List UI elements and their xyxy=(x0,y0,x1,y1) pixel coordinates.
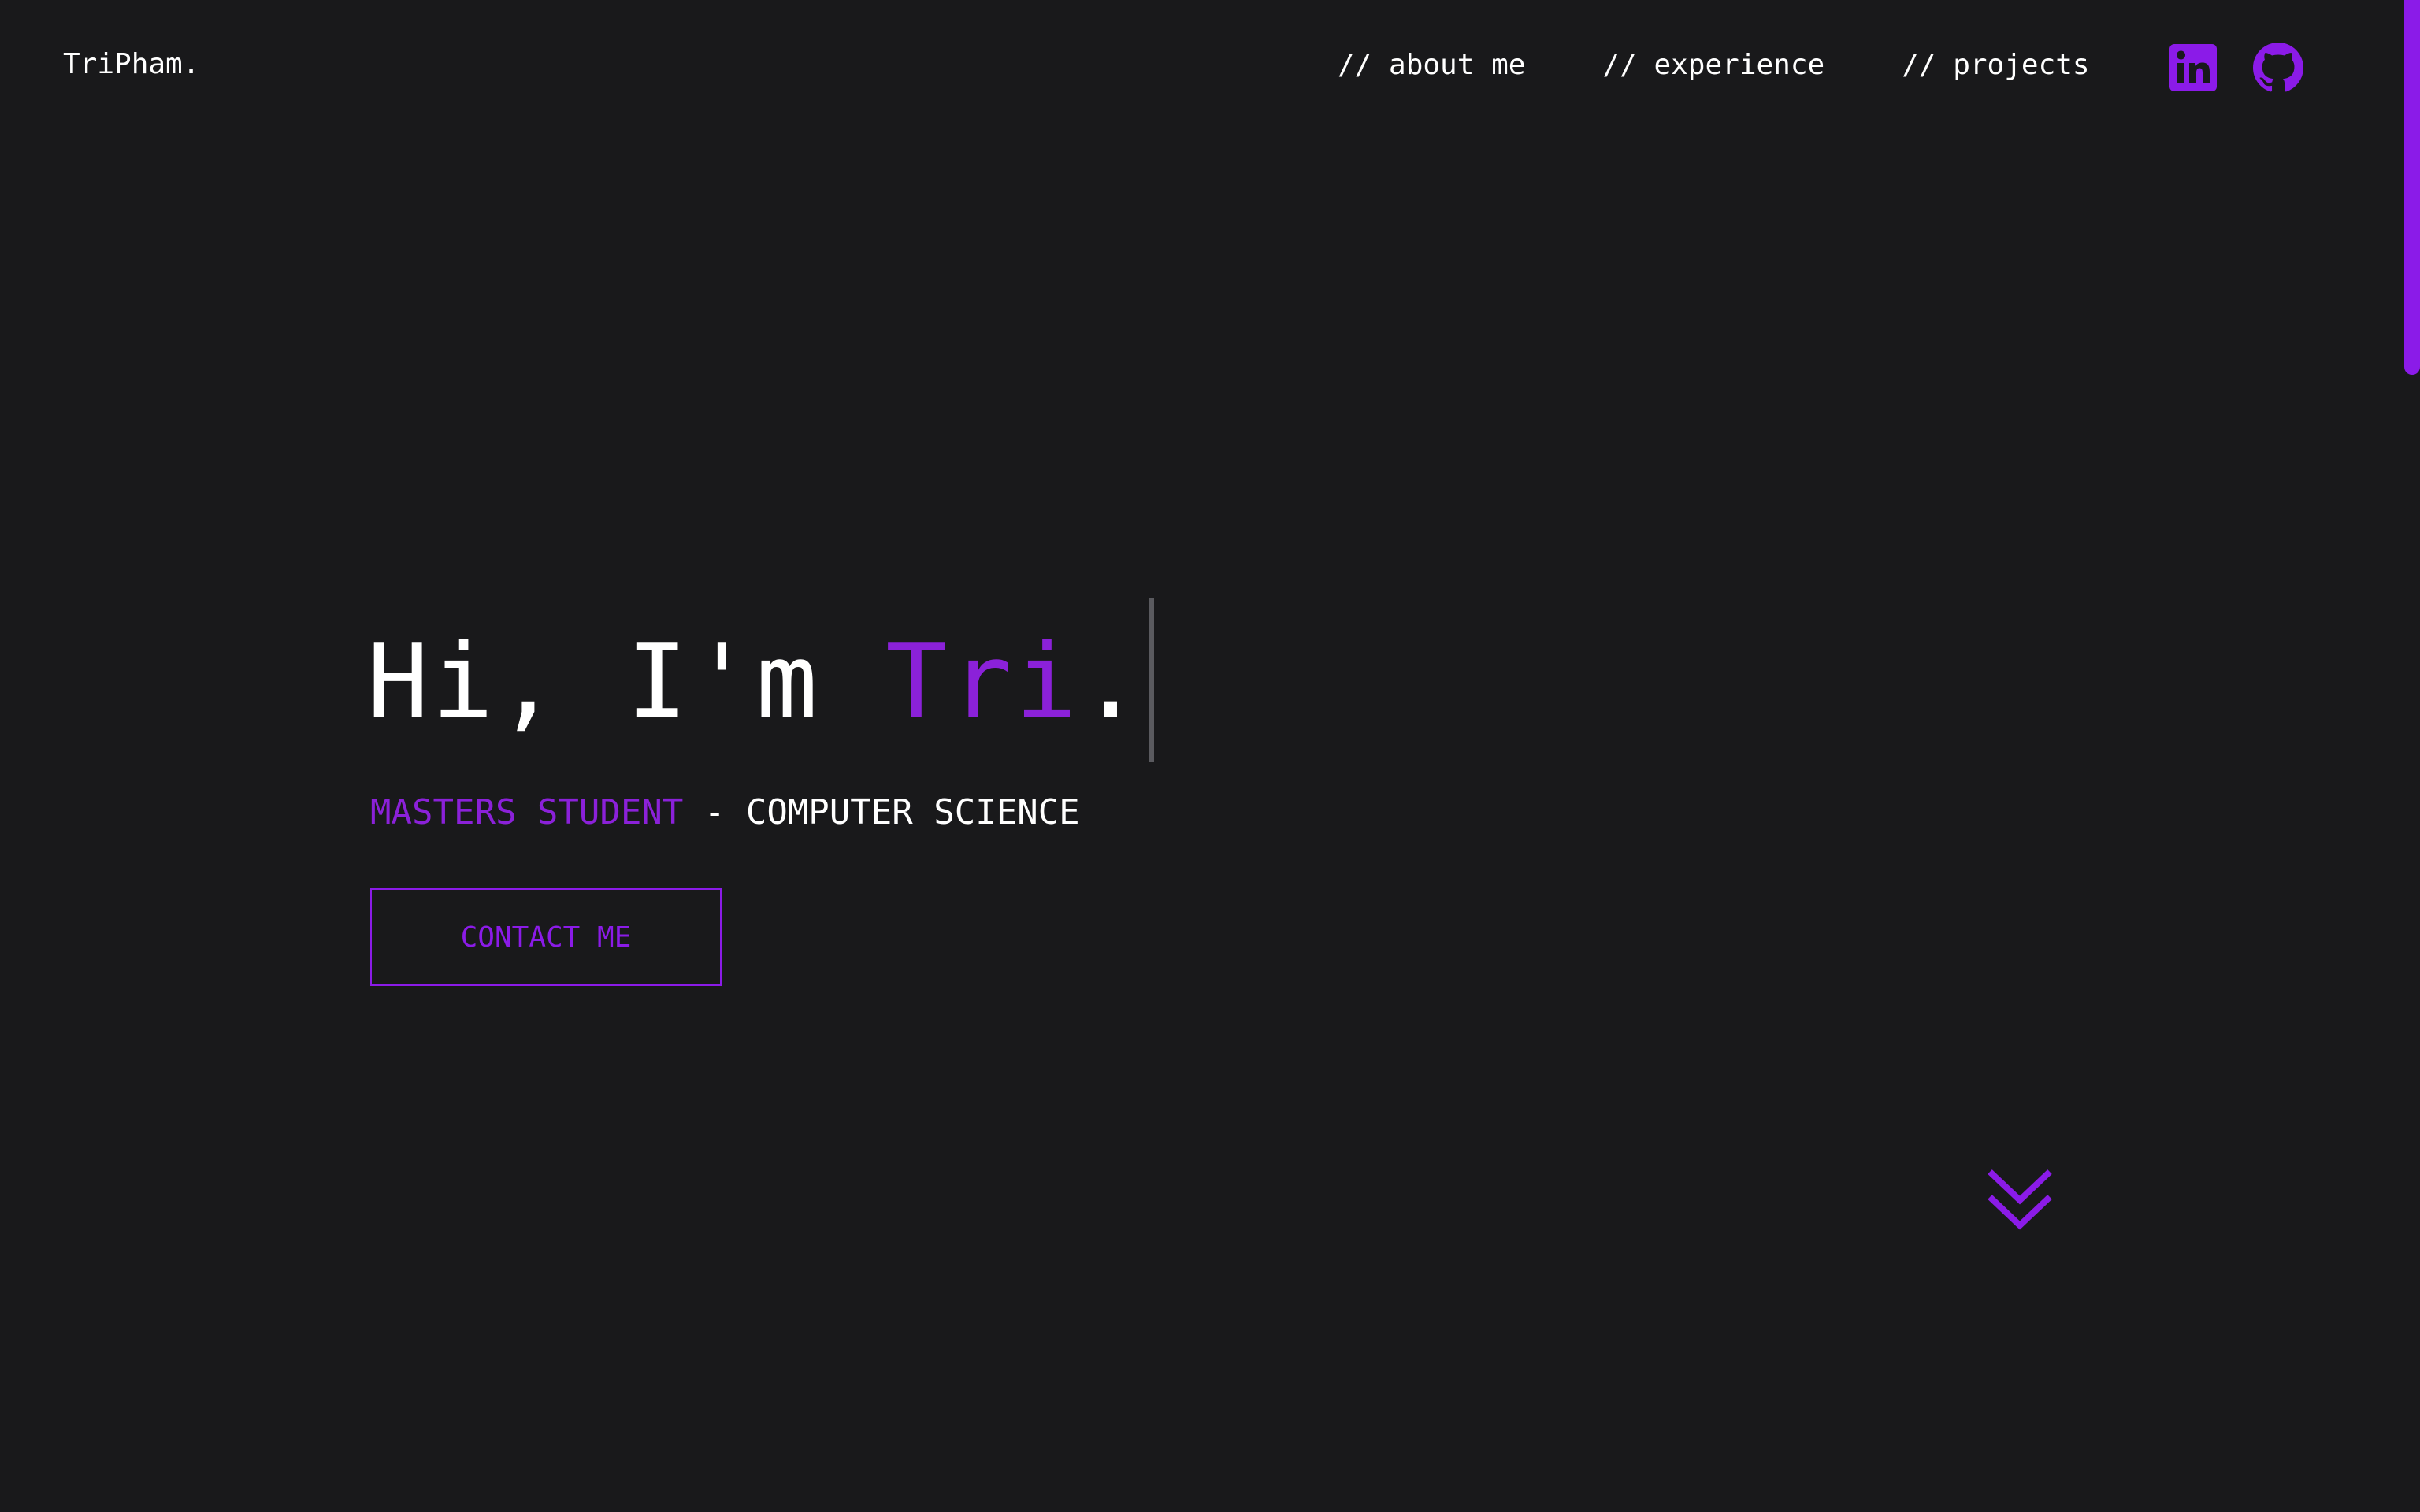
github-link[interactable] xyxy=(2253,43,2303,93)
contact-me-button[interactable]: CONTACT ME xyxy=(370,888,722,986)
hero-punctuation: . xyxy=(1079,621,1145,741)
scrollbar-thumb[interactable] xyxy=(2404,0,2420,375)
main-nav: // about me // experience // projects xyxy=(1338,46,2090,85)
nav-link-experience[interactable]: // experience xyxy=(1602,46,1824,84)
linkedin-link[interactable] xyxy=(2168,43,2218,93)
subtitle-field: - COMPUTER SCIENCE xyxy=(683,792,1080,832)
site-logo[interactable]: TriPham. xyxy=(63,46,199,83)
hero-greeting: Hi, I'm xyxy=(367,621,886,741)
nav-link-projects[interactable]: // projects xyxy=(1902,46,2089,84)
subtitle-role: MASTERS STUDENT xyxy=(370,792,684,832)
hero-subtitle: MASTERS STUDENT - COMPUTER SCIENCE xyxy=(370,791,1080,835)
typing-cursor xyxy=(1149,598,1154,762)
github-icon xyxy=(2253,43,2303,92)
hero-title: Hi, I'm Tri. xyxy=(367,622,1145,740)
scroll-down-button[interactable] xyxy=(1985,1167,2054,1233)
hero-name: Tri xyxy=(885,621,1080,741)
nav-link-about-me[interactable]: // about me xyxy=(1338,46,1525,84)
linkedin-icon xyxy=(2169,44,2217,91)
double-chevron-down-icon xyxy=(1988,1169,2052,1230)
